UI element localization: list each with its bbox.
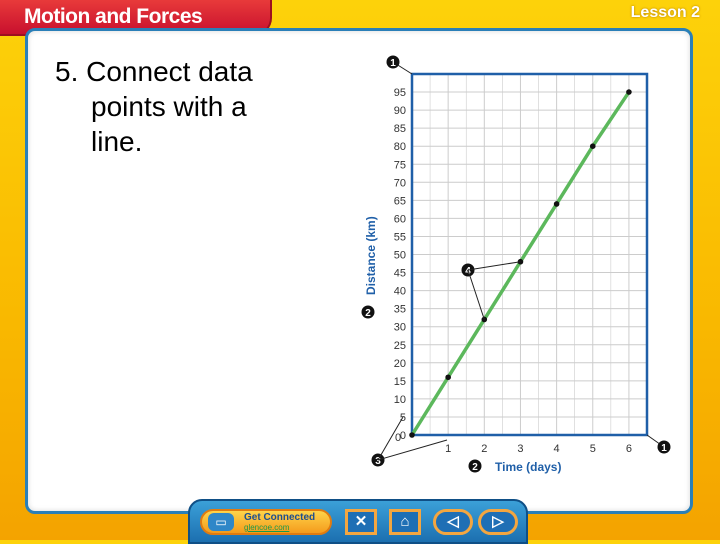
get-connected-label: Get Connected (244, 512, 316, 523)
close-icon: ✕ (354, 513, 368, 530)
data-point (445, 374, 451, 381)
callouts: 112234 (361, 55, 671, 473)
y-tick-label: 60 (394, 213, 406, 225)
x-tick-label: 1 (445, 443, 451, 455)
y-tick-label: 85 (394, 123, 406, 135)
callout-number: 3 (375, 456, 381, 467)
x-tick-label: 5 (590, 443, 596, 455)
y-tick-label: 65 (394, 195, 406, 207)
instruction-line: points with a (91, 91, 247, 122)
x-tick-label: 6 (626, 443, 632, 455)
y-tick-label: 40 (394, 286, 406, 298)
get-connected-button[interactable]: ▭ Get Connected glencoe.com (200, 509, 332, 535)
home-icon: ⌂ (400, 513, 410, 530)
data-point (409, 432, 415, 438)
y-tick-label: 45 (394, 268, 406, 280)
x-tick-label: 2 (481, 443, 487, 455)
data-point (481, 316, 488, 323)
callout-number: 2 (472, 462, 478, 473)
lesson-label: Lesson 2 (630, 4, 700, 21)
instruction-text: 5. Connect data points with a line. (55, 54, 335, 159)
site-link[interactable]: glencoe.com (244, 523, 289, 532)
home-button[interactable]: ⌂ (389, 509, 421, 535)
previous-button[interactable]: ◁ (433, 509, 473, 535)
previous-icon: ◁ (447, 513, 459, 530)
x-tick-label: 4 (554, 443, 560, 455)
callout-leader (467, 261, 521, 271)
data-point (553, 201, 560, 207)
data-point (626, 89, 632, 95)
x-axis-label: Time (days) (495, 460, 561, 474)
y-tick-label: 70 (394, 177, 406, 189)
y-tick-label: 80 (394, 141, 406, 153)
distance-time-chart: 0510152025303540455055606570758085909501… (361, 55, 671, 474)
instruction-line: 5. Connect data (55, 56, 253, 87)
y-tick-label: 35 (394, 304, 406, 316)
callout-number: 2 (365, 308, 371, 319)
y-tick-label: 50 (394, 250, 406, 262)
next-button[interactable]: ▷ (478, 509, 518, 535)
instruction-line: line. (91, 126, 143, 157)
y-tick-label: 95 (394, 87, 406, 99)
y-tick-label: 75 (394, 159, 406, 171)
close-button[interactable]: ✕ (345, 509, 377, 535)
data-point (589, 143, 596, 149)
y-tick-label: 15 (394, 376, 406, 388)
y-tick-label: 10 (394, 394, 406, 406)
computer-icon: ▭ (208, 513, 234, 531)
y-tick-label: 55 (394, 231, 406, 243)
callout-leader (467, 269, 485, 320)
y-axis-label: Distance (km) (364, 216, 378, 295)
y-tick-label: 30 (394, 322, 406, 334)
callout-number: 1 (390, 58, 396, 69)
y-tick-label: 25 (394, 340, 406, 352)
navigation-bar: ▭ Get Connected glencoe.com ✕ ⌂ ◁ ▷ (188, 499, 528, 544)
next-icon: ▷ (492, 513, 504, 530)
x-tick-label: 0 (395, 432, 401, 444)
y-tick-label: 90 (394, 105, 406, 117)
x-tick-label: 3 (517, 443, 523, 455)
y-tick-label: 20 (394, 358, 406, 370)
callout-number: 1 (661, 443, 667, 454)
